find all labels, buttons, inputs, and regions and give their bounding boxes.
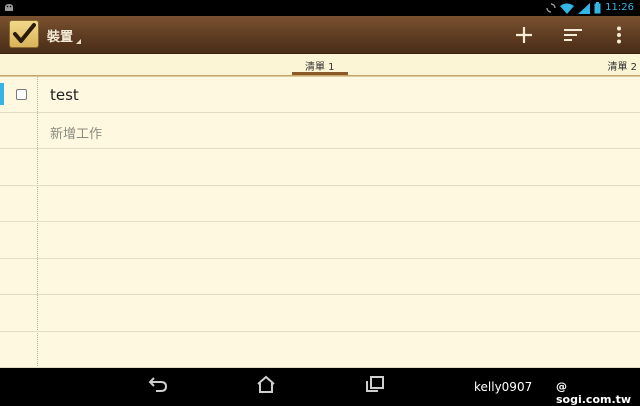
add-icon: [516, 27, 532, 43]
task-checkbox[interactable]: [16, 89, 27, 100]
sort-icon: [564, 29, 582, 41]
dropdown-caret-icon: [76, 38, 82, 44]
battery-icon: [594, 2, 601, 14]
empty-row: [0, 223, 640, 259]
back-button[interactable]: [143, 372, 173, 396]
navigation-bar: kelly0907 @ sogi.com.tw: [0, 368, 640, 406]
overflow-menu-icon: [617, 26, 621, 44]
clock: 11:26: [605, 2, 634, 13]
watermark-site: @ sogi.com.tw: [556, 380, 632, 406]
overflow-menu-button[interactable]: [606, 22, 632, 48]
empty-row: [0, 150, 640, 186]
recent-apps-icon: [366, 376, 384, 392]
wifi-icon: [560, 3, 575, 14]
task-row[interactable]: test: [0, 77, 640, 113]
status-icons: 11:26: [546, 0, 634, 16]
task-title[interactable]: test: [50, 86, 79, 104]
selected-row-indicator: [0, 83, 4, 105]
action-bar: 裝置: [0, 16, 640, 54]
signal-icon: [578, 2, 591, 14]
recent-apps-button[interactable]: [360, 372, 390, 396]
home-icon: [257, 375, 275, 393]
task-list: test 新增工作: [0, 77, 640, 368]
list-tabs: 清單 1 清單 2: [0, 54, 640, 77]
new-task-placeholder[interactable]: 新增工作: [50, 123, 102, 142]
tab-list-1[interactable]: 清單 1: [305, 58, 335, 73]
watermark-user: kelly0907: [474, 380, 533, 394]
app-icon[interactable]: [9, 20, 39, 48]
sort-button[interactable]: [560, 22, 586, 48]
new-task-row[interactable]: 新增工作: [0, 113, 640, 149]
checkmark-icon: [13, 23, 36, 43]
empty-row: [0, 259, 640, 295]
status-bar: 11:26: [0, 0, 640, 16]
empty-row: [0, 332, 640, 368]
home-button[interactable]: [251, 372, 281, 396]
android-icon: [5, 4, 13, 11]
back-icon: [148, 377, 168, 392]
page-title: 裝置: [47, 29, 74, 45]
tab-list-2[interactable]: 清單 2: [607, 58, 637, 73]
account-selector[interactable]: 裝置: [47, 24, 82, 46]
add-task-button[interactable]: [511, 22, 537, 48]
sync-icon: [546, 3, 556, 13]
tab-divider: [0, 75, 640, 76]
empty-row: [0, 296, 640, 332]
empty-row: [0, 186, 640, 222]
